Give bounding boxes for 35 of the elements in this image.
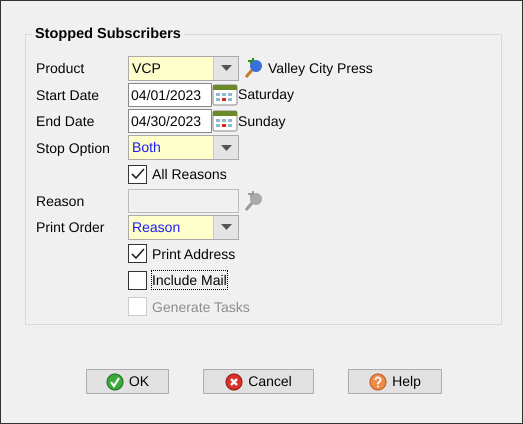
checkbox-label: Print Address bbox=[152, 244, 236, 263]
lookup-icon[interactable] bbox=[242, 57, 264, 80]
field-label: Product bbox=[36, 59, 86, 78]
date-field[interactable]: 04/01/2023 bbox=[128, 82, 212, 107]
dropdown-field[interactable]: VCP bbox=[128, 56, 239, 81]
date-field[interactable]: 04/30/2023 bbox=[128, 109, 212, 134]
calendar-icon[interactable] bbox=[212, 82, 238, 107]
checkbox[interactable] bbox=[128, 164, 147, 184]
caret-icon[interactable] bbox=[220, 144, 232, 151]
lookup-icon bbox=[242, 190, 264, 212]
calendar-icon[interactable] bbox=[212, 109, 238, 134]
description-text: Valley City Press bbox=[268, 58, 373, 78]
dropdown-field[interactable]: Reason bbox=[128, 214, 239, 240]
caret-icon[interactable] bbox=[220, 224, 232, 230]
close-icon bbox=[225, 372, 244, 390]
field-label: Print Order bbox=[36, 218, 106, 236]
dropdown-field[interactable]: Both bbox=[128, 135, 239, 160]
group-title: Stopped Subscribers bbox=[32, 25, 184, 43]
check-icon bbox=[106, 372, 124, 390]
checkbox[interactable] bbox=[128, 244, 147, 264]
checkbox-label: Generate Tasks bbox=[152, 298, 250, 316]
field-label: End Date bbox=[36, 112, 96, 130]
help-icon bbox=[369, 372, 388, 390]
checkbox-label: Include Mail bbox=[152, 271, 227, 290]
checkbox-label: All Reasons bbox=[152, 165, 227, 184]
cancel-button[interactable]: Cancel bbox=[203, 369, 314, 394]
checkbox[interactable] bbox=[128, 270, 147, 290]
field-label: Stop Option bbox=[36, 138, 111, 157]
field-label: Reason bbox=[36, 192, 86, 210]
day-text: Saturday bbox=[238, 85, 294, 104]
help-button[interactable]: Help bbox=[348, 369, 442, 394]
field-label: Start Date bbox=[36, 86, 100, 104]
ok-button[interactable]: OK bbox=[86, 369, 169, 394]
caret-icon[interactable] bbox=[220, 65, 232, 72]
day-text: Sunday bbox=[238, 112, 286, 131]
